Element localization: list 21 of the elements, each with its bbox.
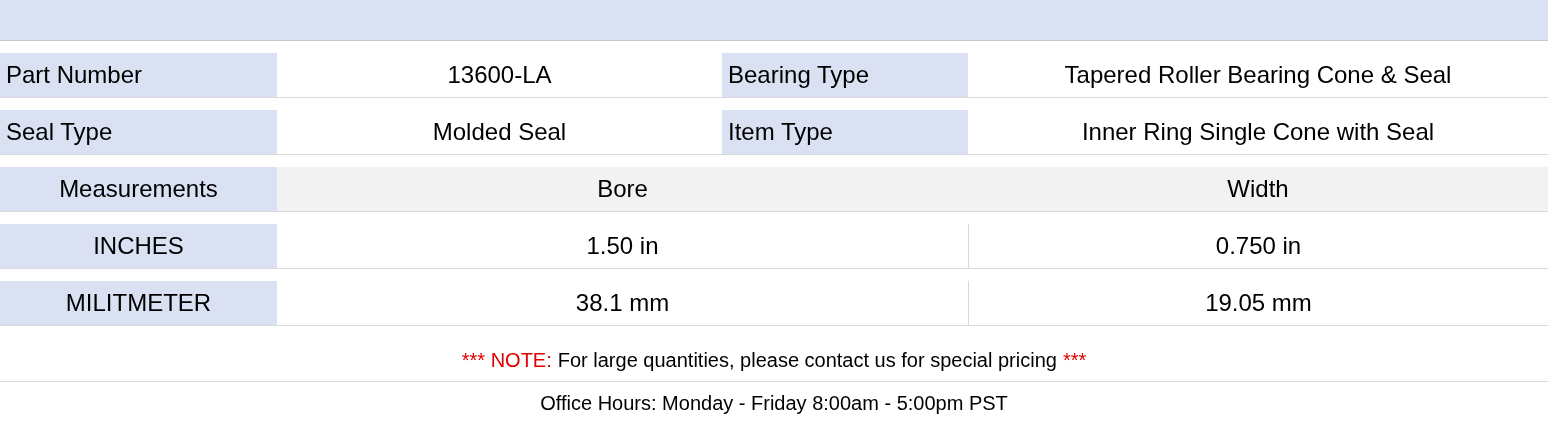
- measurement-value: 19.05 mm: [968, 281, 1548, 325]
- unit-label: INCHES: [0, 224, 277, 268]
- measurement-value: 0.750 in: [968, 224, 1548, 268]
- unit-label: MILITMETER: [0, 281, 277, 325]
- note-marker: ***: [1062, 348, 1087, 372]
- spec-label: Part Number: [0, 53, 277, 97]
- note-text: For large quantities, please contact us for special pricing: [557, 348, 1057, 372]
- spec-value: Tapered Roller Bearing Cone & Seal: [1063, 60, 1453, 90]
- note-label: *** NOTE:: [461, 348, 552, 372]
- office-hours-text: Office Hours: Monday - Friday 8:00am - 5:00pm PST: [540, 392, 1008, 415]
- spec-value: Inner Ring Single Cone with Seal: [1080, 117, 1436, 147]
- spec-label: Item Type: [722, 110, 968, 154]
- spec-value: 13600-LA: [446, 60, 553, 90]
- spec-label: Seal Type: [0, 110, 277, 154]
- measurements-heading: Measurements: [0, 167, 277, 211]
- column-heading: Bore: [277, 167, 968, 211]
- spec-label: Bearing Type: [722, 53, 968, 97]
- column-heading: Width: [968, 167, 1548, 211]
- measurement-value: 1.50 in: [585, 231, 660, 261]
- measurement-value: 38.1 mm: [574, 288, 671, 318]
- spec-value: Molded Seal: [431, 117, 568, 147]
